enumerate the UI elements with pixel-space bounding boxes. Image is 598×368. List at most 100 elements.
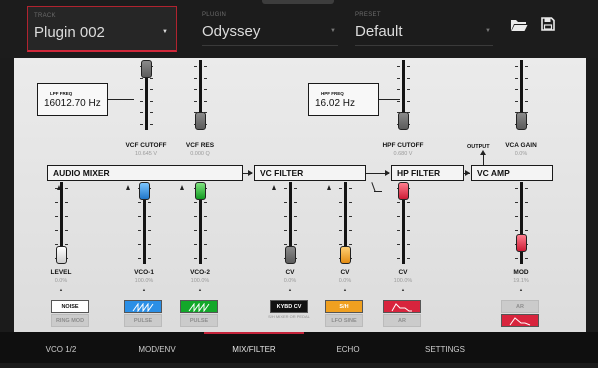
mix-filter-panel: LPF FREQ 16012.70 Hz HPF FREQ 16.02 Hz A…	[14, 58, 586, 332]
sh-mixer-pedal-option[interactable]: S/H MIXER OR PEDAL	[268, 314, 310, 319]
fader-tick	[339, 244, 342, 245]
vco1-wave-button[interactable]	[124, 300, 162, 313]
level-label: LEVEL	[50, 269, 72, 276]
fader-knob[interactable]	[141, 60, 152, 78]
fader-knob[interactable]	[139, 182, 150, 200]
fader-tick	[140, 101, 143, 102]
mod-ar-option[interactable]: AR	[501, 300, 539, 313]
fader-tick	[525, 66, 528, 67]
tab-mix-filter[interactable]: MIX/FILTER	[204, 332, 304, 363]
output-label: OUTPUT	[467, 144, 490, 150]
fader-tick	[204, 244, 207, 245]
level-fader[interactable]	[46, 182, 76, 264]
fader-tick	[140, 89, 143, 90]
fader-tick	[194, 230, 197, 231]
fader-knob[interactable]	[398, 112, 409, 130]
fader-tick	[525, 89, 528, 90]
ar-envelope-icon	[509, 317, 531, 326]
fader-tick	[349, 202, 352, 203]
fader-tick	[515, 202, 518, 203]
fader-tick	[138, 202, 141, 203]
tab-settings[interactable]: SETTINGS	[395, 332, 495, 363]
folder-icon[interactable]	[510, 18, 528, 32]
fader-tick	[397, 230, 400, 231]
noise-select-button[interactable]: NOISE	[51, 300, 89, 313]
fader-tick	[339, 202, 342, 203]
vcf-cutoff-fader[interactable]	[131, 60, 161, 130]
mod-env-button[interactable]	[501, 314, 539, 327]
lfo-sine-option[interactable]: LFO SINE	[325, 314, 363, 327]
lpf-freq-display: LPF FREQ 16012.70 Hz	[37, 83, 108, 116]
cv-value: 100.0%	[393, 278, 413, 284]
fader-knob[interactable]	[340, 246, 351, 264]
tab-mod-env[interactable]: MOD/ENV	[107, 332, 207, 363]
fader-tick	[204, 66, 207, 67]
env-cv-fader[interactable]	[388, 182, 418, 264]
vco1-fader[interactable]	[129, 182, 159, 264]
drag-handle[interactable]	[262, 0, 334, 4]
env-cv-button[interactable]	[383, 300, 421, 313]
tab-vco12[interactable]: VCO 1/2	[11, 332, 111, 363]
save-icon[interactable]	[541, 17, 555, 31]
fader-knob[interactable]	[516, 234, 527, 252]
fader-tick	[204, 202, 207, 203]
fader-tick	[55, 230, 58, 231]
vca-gain-fader[interactable]	[506, 60, 536, 130]
vcf-res-value: 0.000 Q	[190, 151, 210, 157]
fader-tick	[284, 216, 287, 217]
fader-tick	[148, 244, 151, 245]
fader-knob[interactable]	[516, 112, 527, 130]
fader-tick	[349, 188, 352, 189]
tab-label: MIX/FILTER	[232, 345, 276, 354]
preset-selector[interactable]: PRESET Default ▼	[349, 6, 499, 52]
vco2-pulse-option[interactable]: PULSE	[180, 314, 218, 327]
vcf-res-label: VCF RES	[185, 142, 215, 149]
plugin-selector[interactable]: PLUGIN Odyssey ▼	[196, 6, 344, 52]
vco1-value: 100.0%	[134, 278, 154, 284]
sh-cv-fader[interactable]	[330, 182, 360, 264]
tab-echo[interactable]: ECHO	[298, 332, 398, 363]
mod-label: MOD	[513, 269, 529, 276]
fader-tick	[65, 188, 68, 189]
ar-option[interactable]: AR	[383, 314, 421, 327]
fader-tick	[138, 216, 141, 217]
fader-tick	[397, 101, 400, 102]
vco2-wave-button[interactable]	[180, 300, 218, 313]
vcf-res-fader[interactable]	[185, 60, 215, 130]
vco2-label: VCO-2	[190, 269, 210, 276]
vco1-pulse-option[interactable]: PULSE	[124, 314, 162, 327]
fader-tick	[525, 202, 528, 203]
mod-fader[interactable]	[506, 182, 536, 264]
fader-tick	[349, 216, 352, 217]
track-selector[interactable]: TRACK Plugin 002 ▼	[27, 6, 177, 52]
fader-tick	[294, 230, 297, 231]
fader-tick	[194, 258, 197, 259]
fader-tick	[525, 258, 528, 259]
fader-tick	[65, 244, 68, 245]
fader-knob[interactable]	[398, 182, 409, 200]
hpf-cutoff-fader[interactable]	[388, 60, 418, 130]
fader-knob[interactable]	[285, 246, 296, 264]
fader-tick	[397, 66, 400, 67]
fader-tick	[407, 230, 410, 231]
audio-mixer-module: AUDIO MIXER	[47, 165, 243, 181]
kybd-cv-button[interactable]: KYBD CV	[270, 300, 308, 313]
kybd-cv-fader[interactable]	[275, 182, 305, 264]
vco2-fader[interactable]	[185, 182, 215, 264]
fader-tick	[407, 101, 410, 102]
fader-tick	[284, 202, 287, 203]
up-arrow-icon: ▲	[401, 287, 405, 292]
ring-mod-option[interactable]: RING MOD	[51, 314, 89, 327]
vca-gain-label: VCA GAIN	[505, 142, 537, 149]
up-arrow-icon: ▲	[198, 287, 202, 292]
fader-tick	[148, 230, 151, 231]
fader-tick	[525, 78, 528, 79]
fader-tick	[65, 216, 68, 217]
hp-filter-module: HP FILTER	[391, 165, 464, 181]
fader-knob[interactable]	[195, 112, 206, 130]
sh-button[interactable]: S/H	[325, 300, 363, 313]
fader-knob[interactable]	[195, 182, 206, 200]
fader-knob[interactable]	[56, 246, 67, 264]
level-value: 0.0%	[54, 278, 68, 284]
cv-label: CV	[340, 269, 350, 276]
